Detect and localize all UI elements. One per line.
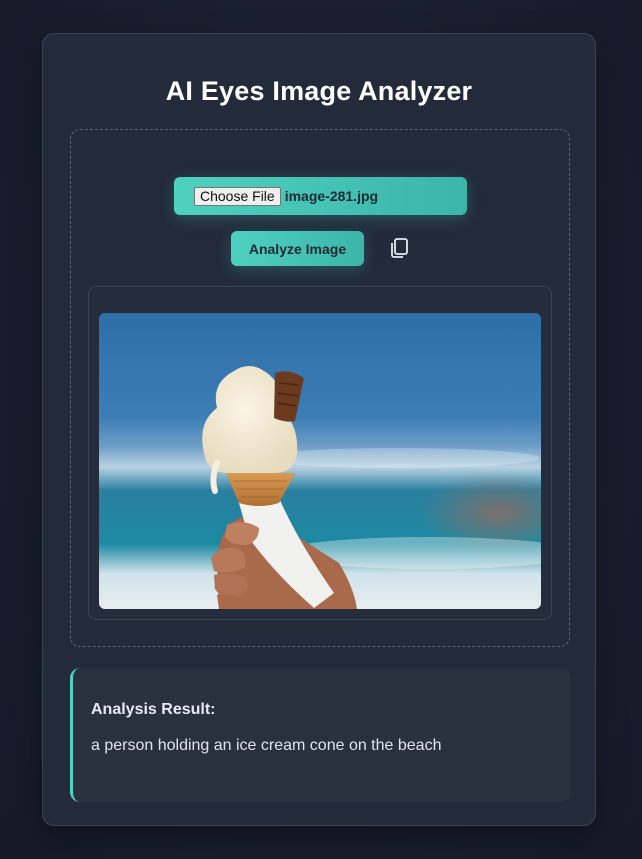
- preview-image: [99, 313, 541, 609]
- analyzer-card: AI Eyes Image Analyzer Choose File image…: [42, 33, 596, 826]
- choose-file-button[interactable]: Choose File: [194, 186, 281, 206]
- file-input[interactable]: Choose File image-281.jpg: [174, 177, 467, 215]
- result-heading: Analysis Result:: [91, 701, 216, 718]
- analysis-result-panel: Analysis Result: a person holding an ice…: [70, 668, 570, 802]
- page-title: AI Eyes Image Analyzer: [165, 76, 473, 106]
- result-text: a person holding an ice cream cone on th…: [91, 737, 442, 754]
- analyze-image-button[interactable]: Analyze Image: [231, 231, 364, 266]
- upload-dropzone[interactable]: Choose File image-281.jpg Analyze Image: [70, 129, 570, 647]
- image-preview-panel: [88, 286, 552, 620]
- copy-icon[interactable]: [388, 237, 410, 259]
- selected-file-name: image-281.jpg: [284, 188, 379, 204]
